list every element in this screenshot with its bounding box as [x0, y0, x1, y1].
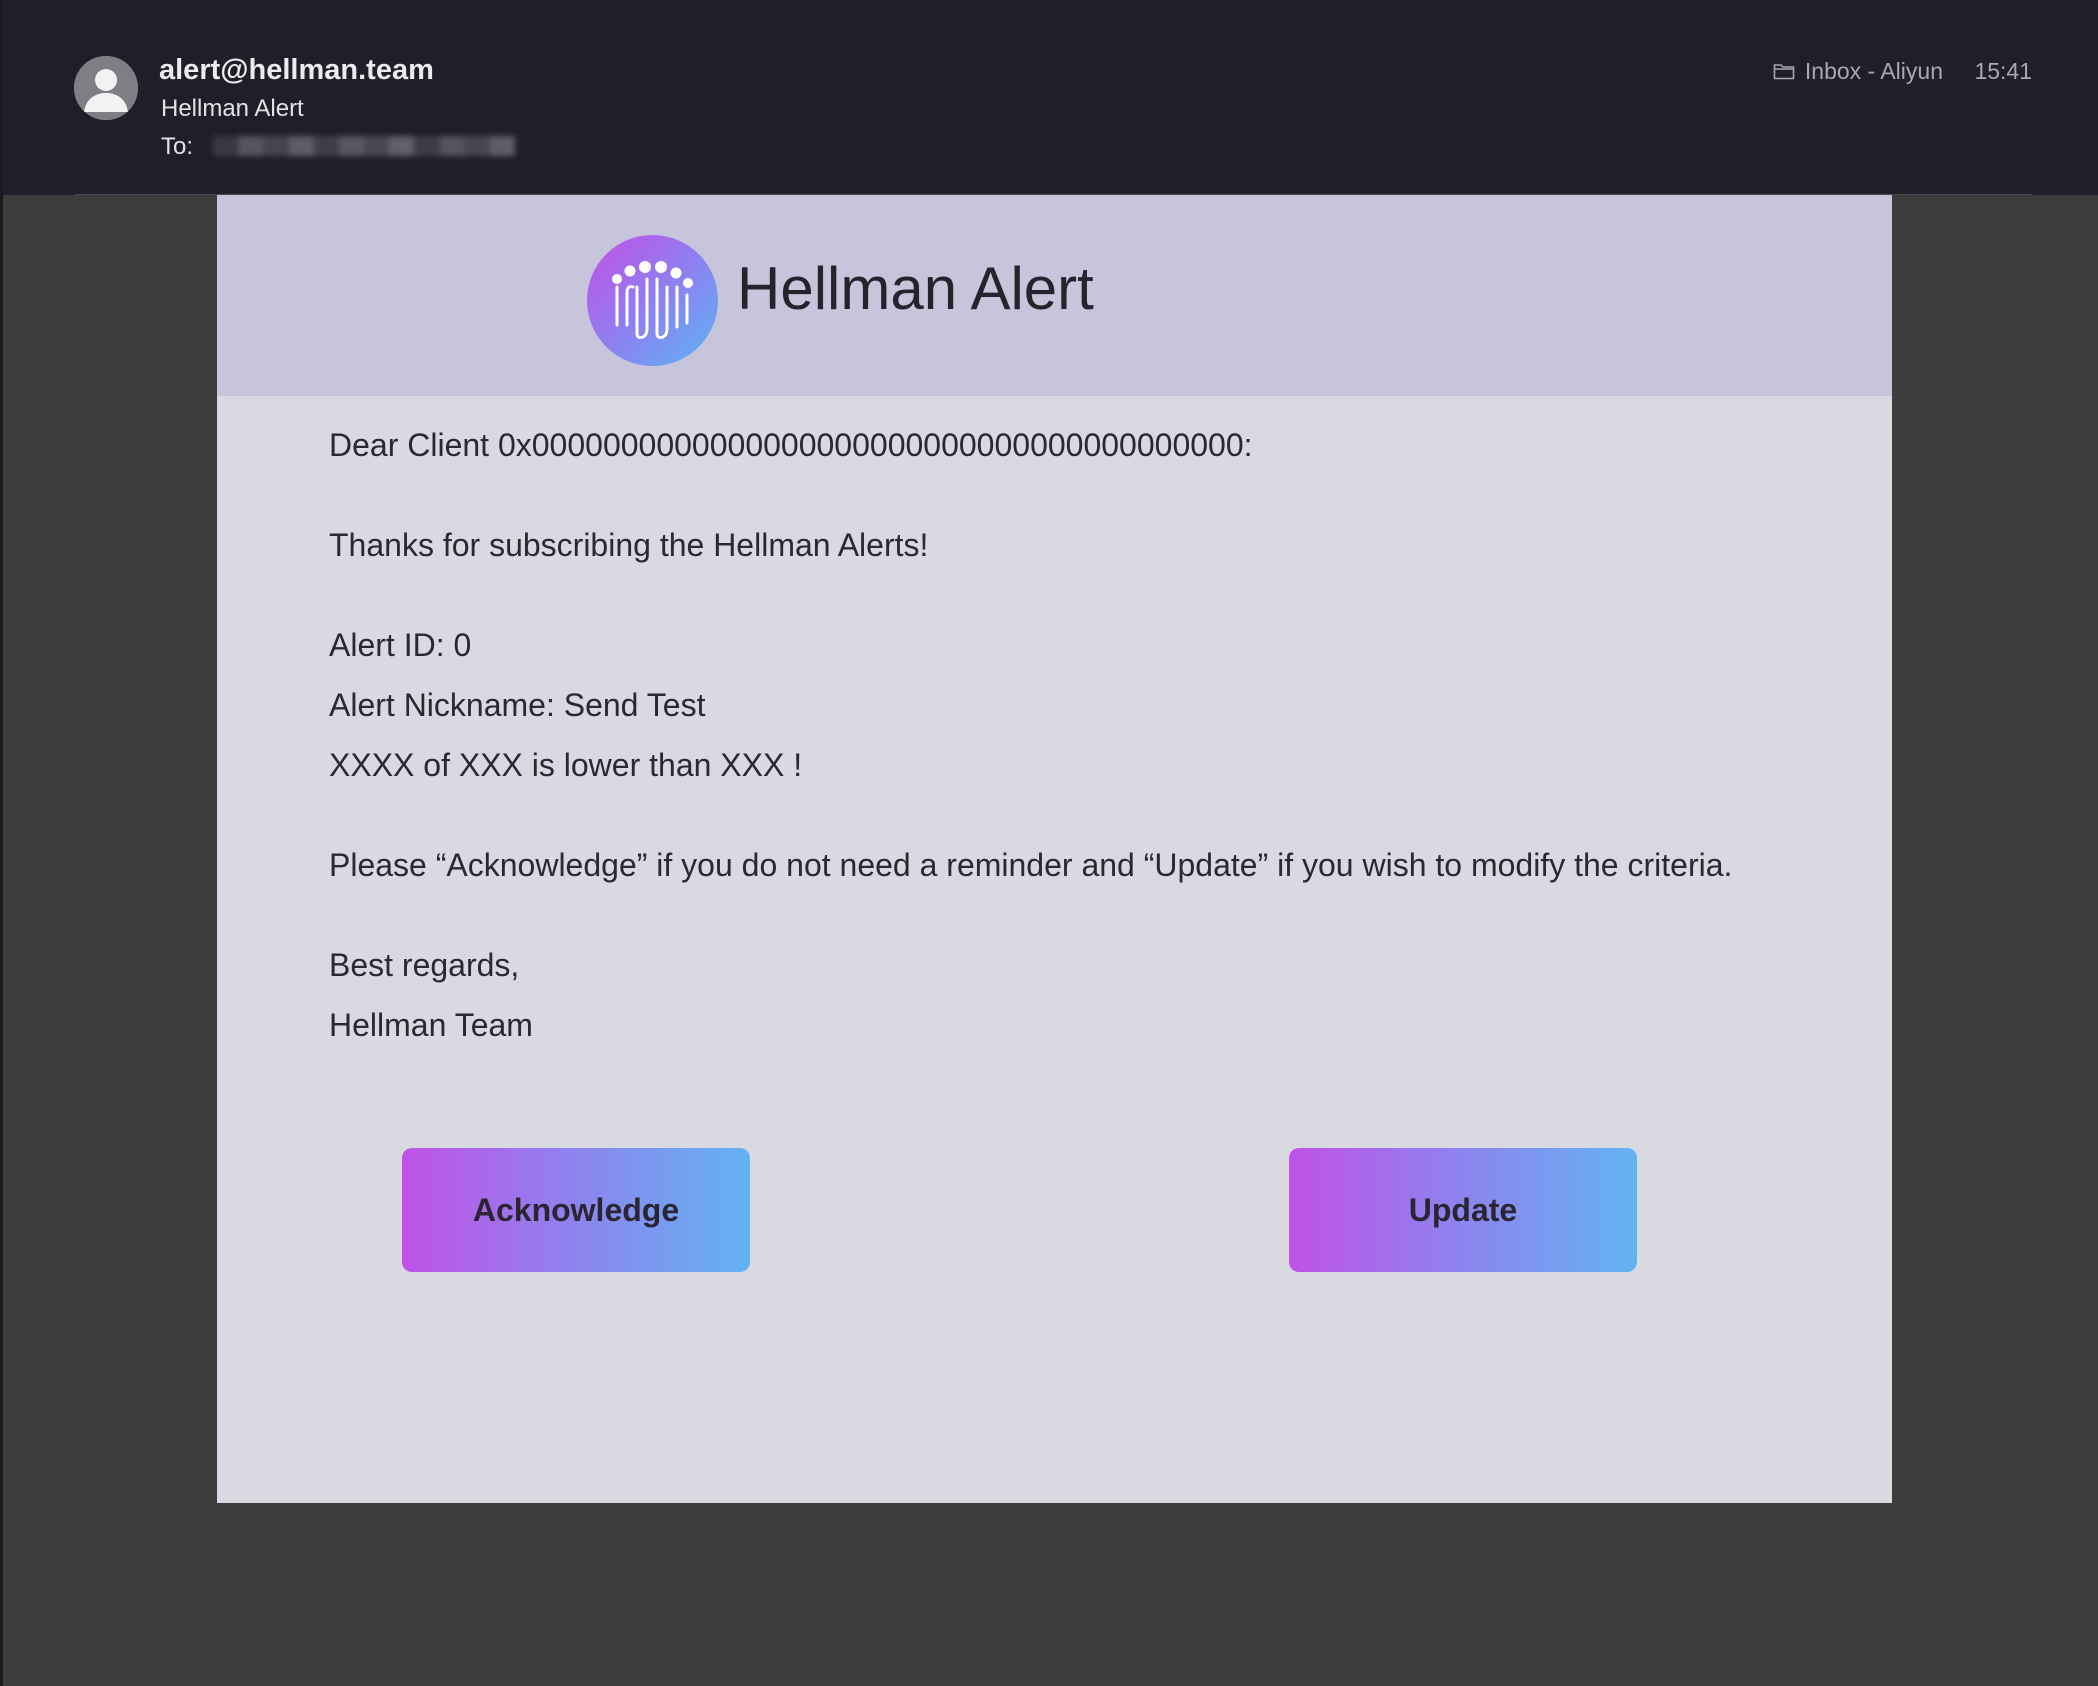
update-button[interactable]: Update	[1289, 1148, 1637, 1272]
message-header: alert@hellman.team Hellman Alert To: Inb…	[3, 0, 2098, 195]
hellman-logo-icon	[587, 235, 718, 366]
mail-window: alert@hellman.team Hellman Alert To: Inb…	[0, 0, 2098, 1686]
alert-id-text: Alert ID: 0	[329, 627, 472, 663]
sender-avatar-icon	[74, 56, 138, 120]
signature-text: Hellman Team	[329, 1007, 533, 1043]
banner-title: Hellman Alert	[737, 255, 1094, 322]
instructions-text: Please “Acknowledge” if you do not need …	[329, 847, 1733, 883]
thanks-text: Thanks for subscribing the Hellman Alert…	[329, 527, 929, 563]
mailbox-name: Inbox - Aliyun	[1804, 58, 1943, 84]
sender-email[interactable]: alert@hellman.team	[159, 52, 434, 88]
acknowledge-button[interactable]: Acknowledge	[402, 1148, 750, 1272]
recipient-redacted	[213, 136, 516, 156]
alert-nickname-text: Alert Nickname: Send Test	[329, 687, 706, 723]
alert-condition-text: XXXX of XXX is lower than XXX !	[329, 747, 803, 783]
mailbox-indicator[interactable]: Inbox - Aliyun	[1773, 56, 1943, 86]
received-time: 15:41	[1974, 58, 2032, 84]
folder-icon	[1773, 64, 1795, 80]
sender-name: Hellman Alert	[161, 95, 304, 122]
email-body: Hellman Alert Dear Client 0x000000000000…	[217, 195, 1892, 1503]
greeting-text: Dear Client 0x00000000000000000000000000…	[329, 427, 1253, 463]
email-banner: Hellman Alert	[217, 195, 1892, 396]
recipient-label: To:	[161, 133, 194, 160]
closing-text: Best regards,	[329, 947, 520, 983]
